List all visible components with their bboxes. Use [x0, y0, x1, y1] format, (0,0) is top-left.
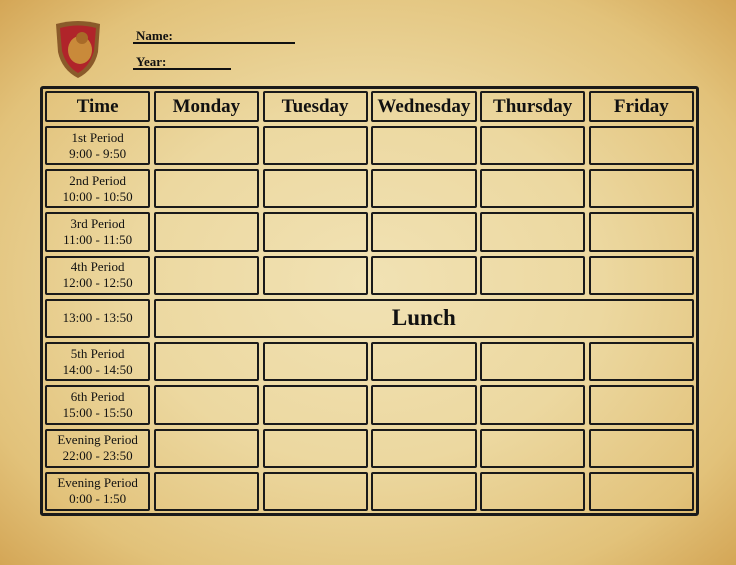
- schedule-slot-monday[interactable]: [153, 212, 259, 252]
- schedule-slot-friday[interactable]: [588, 169, 694, 209]
- schedule-slot-monday[interactable]: [153, 255, 259, 295]
- period-name: 5th Period: [70, 345, 125, 361]
- schedule-slot-monday[interactable]: [153, 169, 259, 209]
- period-name: Evening Period: [57, 475, 138, 491]
- schedule-slot-tuesday[interactable]: [262, 212, 368, 252]
- schedule-slot-thursday[interactable]: [480, 169, 586, 209]
- time-cell: Evening Period 22:00 - 23:50: [45, 428, 151, 468]
- column-header-monday: Monday: [153, 91, 259, 122]
- schedule-slot-wednesday[interactable]: [371, 428, 477, 468]
- column-header-tuesday: Tuesday: [262, 91, 368, 122]
- period-name: 6th Period: [70, 388, 125, 404]
- lion-crest-icon: [56, 21, 100, 78]
- period-time: 9:00 - 9:50: [69, 145, 127, 161]
- period-name: 4th Period: [70, 259, 125, 275]
- period-time: 15:00 - 15:50: [62, 404, 133, 420]
- period-time: 10:00 - 10:50: [62, 188, 133, 204]
- schedule-slot-friday[interactable]: [588, 385, 694, 425]
- schedule-slot-thursday[interactable]: [480, 471, 586, 511]
- time-cell: Evening Period 0:00 - 1:50: [45, 471, 151, 511]
- time-cell: 6th Period 15:00 - 15:50: [45, 385, 151, 425]
- schedule-slot-monday[interactable]: [153, 342, 259, 382]
- schedule-slot-tuesday[interactable]: [262, 126, 368, 166]
- schedule-slot-friday[interactable]: [588, 255, 694, 295]
- schedule-slot-tuesday[interactable]: [262, 169, 368, 209]
- schedule-slot-friday[interactable]: [588, 126, 694, 166]
- schedule-slot-friday[interactable]: [588, 212, 694, 252]
- period-time: 0:00 - 1:50: [69, 491, 127, 507]
- period-time: 12:00 - 12:50: [62, 275, 133, 291]
- schedule-slot-tuesday[interactable]: [262, 255, 368, 295]
- period-name: 2nd Period: [69, 172, 126, 188]
- year-field[interactable]: [133, 68, 231, 70]
- schedule-table: Time Monday Tuesday Wednesday Thursday Friday…: [40, 86, 699, 516]
- period-time: 13:00 - 13:50: [62, 310, 133, 326]
- time-cell: 1st Period 9:00 - 9:50: [45, 126, 151, 166]
- time-cell: 5th Period 14:00 - 14:50: [45, 342, 151, 382]
- schedule-slot-friday[interactable]: [588, 471, 694, 511]
- schedule-slot-thursday[interactable]: [480, 428, 586, 468]
- column-header-wednesday: Wednesday: [371, 91, 477, 122]
- name-field[interactable]: [133, 42, 295, 44]
- time-cell: 13:00 - 13:50: [45, 298, 151, 339]
- schedule-slot-monday[interactable]: [153, 428, 259, 468]
- column-header-time: Time: [45, 91, 151, 122]
- schedule-slot-monday[interactable]: [153, 385, 259, 425]
- schedule-slot-thursday[interactable]: [480, 126, 586, 166]
- schedule-slot-thursday[interactable]: [480, 385, 586, 425]
- schedule-slot-wednesday[interactable]: [371, 169, 477, 209]
- schedule-slot-thursday[interactable]: [480, 212, 586, 252]
- lunch-cell: Lunch: [153, 298, 694, 339]
- column-header-thursday: Thursday: [480, 91, 586, 122]
- period-time: 11:00 - 11:50: [63, 232, 133, 248]
- schedule-slot-tuesday[interactable]: [262, 428, 368, 468]
- schedule-slot-wednesday[interactable]: [371, 212, 477, 252]
- schedule-slot-friday[interactable]: [588, 428, 694, 468]
- schedule-slot-thursday[interactable]: [480, 342, 586, 382]
- schedule-slot-wednesday[interactable]: [371, 471, 477, 511]
- schedule-slot-tuesday[interactable]: [262, 471, 368, 511]
- schedule-slot-wednesday[interactable]: [371, 126, 477, 166]
- time-cell: 3rd Period 11:00 - 11:50: [45, 212, 151, 252]
- schedule-slot-friday[interactable]: [588, 342, 694, 382]
- schedule-slot-thursday[interactable]: [480, 255, 586, 295]
- schedule-slot-wednesday[interactable]: [371, 385, 477, 425]
- schedule-slot-monday[interactable]: [153, 471, 259, 511]
- schedule-slot-monday[interactable]: [153, 126, 259, 166]
- column-header-friday: Friday: [588, 91, 694, 122]
- period-time: 22:00 - 23:50: [62, 448, 133, 464]
- schedule-slot-wednesday[interactable]: [371, 255, 477, 295]
- period-name: 3rd Period: [70, 216, 125, 232]
- schedule-slot-tuesday[interactable]: [262, 342, 368, 382]
- time-cell: 4th Period 12:00 - 12:50: [45, 255, 151, 295]
- schedule-slot-wednesday[interactable]: [371, 342, 477, 382]
- time-cell: 2nd Period 10:00 - 10:50: [45, 169, 151, 209]
- period-time: 14:00 - 14:50: [62, 361, 133, 377]
- schedule-slot-tuesday[interactable]: [262, 385, 368, 425]
- period-name: Evening Period: [57, 432, 138, 448]
- period-name: 1st Period: [71, 129, 124, 145]
